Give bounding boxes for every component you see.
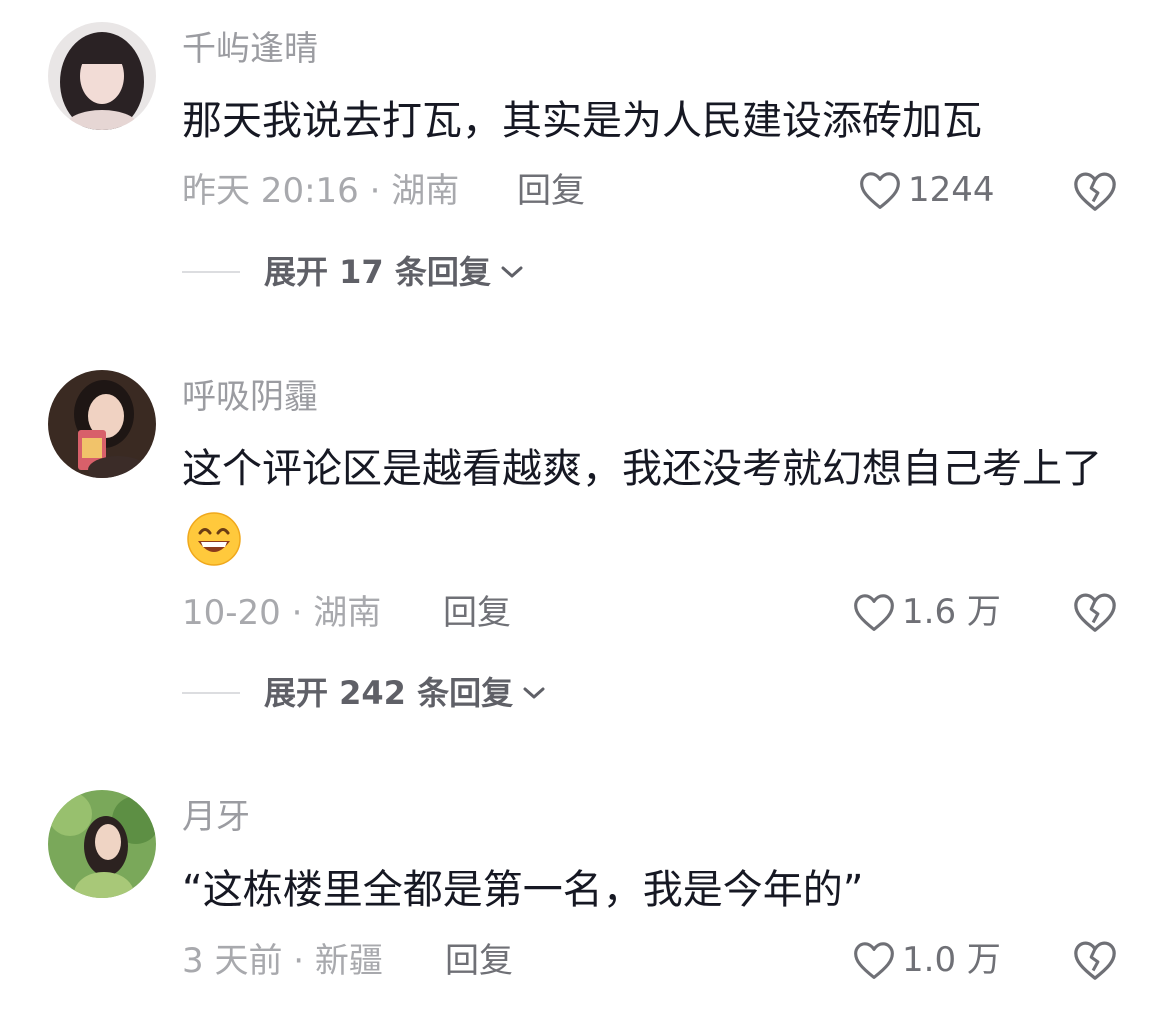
expand-replies[interactable]: 展开 242 条回复: [182, 677, 547, 709]
like-count: 1.0 万: [902, 940, 1001, 980]
avatar[interactable]: [48, 790, 156, 898]
reply-button[interactable]: 回复: [445, 944, 513, 978]
grinning-face-emoji: [187, 512, 241, 566]
expand-replies[interactable]: 展开 17 条回复: [182, 256, 525, 288]
comment-text: 这个评论区是越看越爽，我还没考就幻想自己考上了: [182, 434, 1122, 576]
dislike-button[interactable]: [1072, 590, 1118, 638]
like-button[interactable]: 1.6 万: [852, 591, 1001, 633]
divider: [182, 271, 240, 273]
like-count: 1244: [908, 170, 995, 210]
comment-meta: 昨天 20:16 · 湖南: [182, 171, 460, 211]
chevron-down-icon: [523, 687, 545, 699]
broken-heart-icon: [1074, 172, 1116, 211]
username[interactable]: 呼吸阴霾: [182, 380, 318, 414]
comment-meta: 10-20 · 湖南: [182, 593, 382, 633]
broken-heart-icon: [1074, 941, 1116, 980]
dislike-button[interactable]: [1072, 169, 1118, 217]
avatar[interactable]: [48, 370, 156, 478]
heart-outline-icon: [860, 172, 900, 209]
like-button[interactable]: 1244: [858, 169, 995, 211]
chevron-down-icon: [501, 266, 523, 278]
username[interactable]: 千屿逢晴: [182, 32, 318, 66]
heart-outline-icon: [854, 594, 894, 631]
heart-outline-icon: [854, 942, 894, 979]
reply-button[interactable]: 回复: [443, 596, 511, 630]
comment-text-body: 这个评论区是越看越爽，我还没考就幻想自己考上了: [182, 446, 1102, 492]
comment-text: 那天我说去打瓦，其实是为人民建设添砖加瓦: [182, 98, 982, 144]
dislike-button[interactable]: [1072, 938, 1118, 986]
comment-text: “这栋楼里全都是第一名，我是今年的”: [182, 867, 864, 913]
expand-replies-label: 展开 17 条回复: [264, 253, 491, 291]
expand-replies-label: 展开 242 条回复: [264, 674, 514, 712]
divider: [182, 692, 240, 694]
like-button[interactable]: 1.0 万: [852, 939, 1001, 981]
username[interactable]: 月牙: [182, 800, 250, 834]
avatar[interactable]: [48, 22, 156, 130]
broken-heart-icon: [1074, 593, 1116, 632]
like-count: 1.6 万: [902, 592, 1001, 632]
comment-meta: 3 天前 · 新疆: [182, 941, 383, 981]
reply-button[interactable]: 回复: [517, 174, 585, 208]
